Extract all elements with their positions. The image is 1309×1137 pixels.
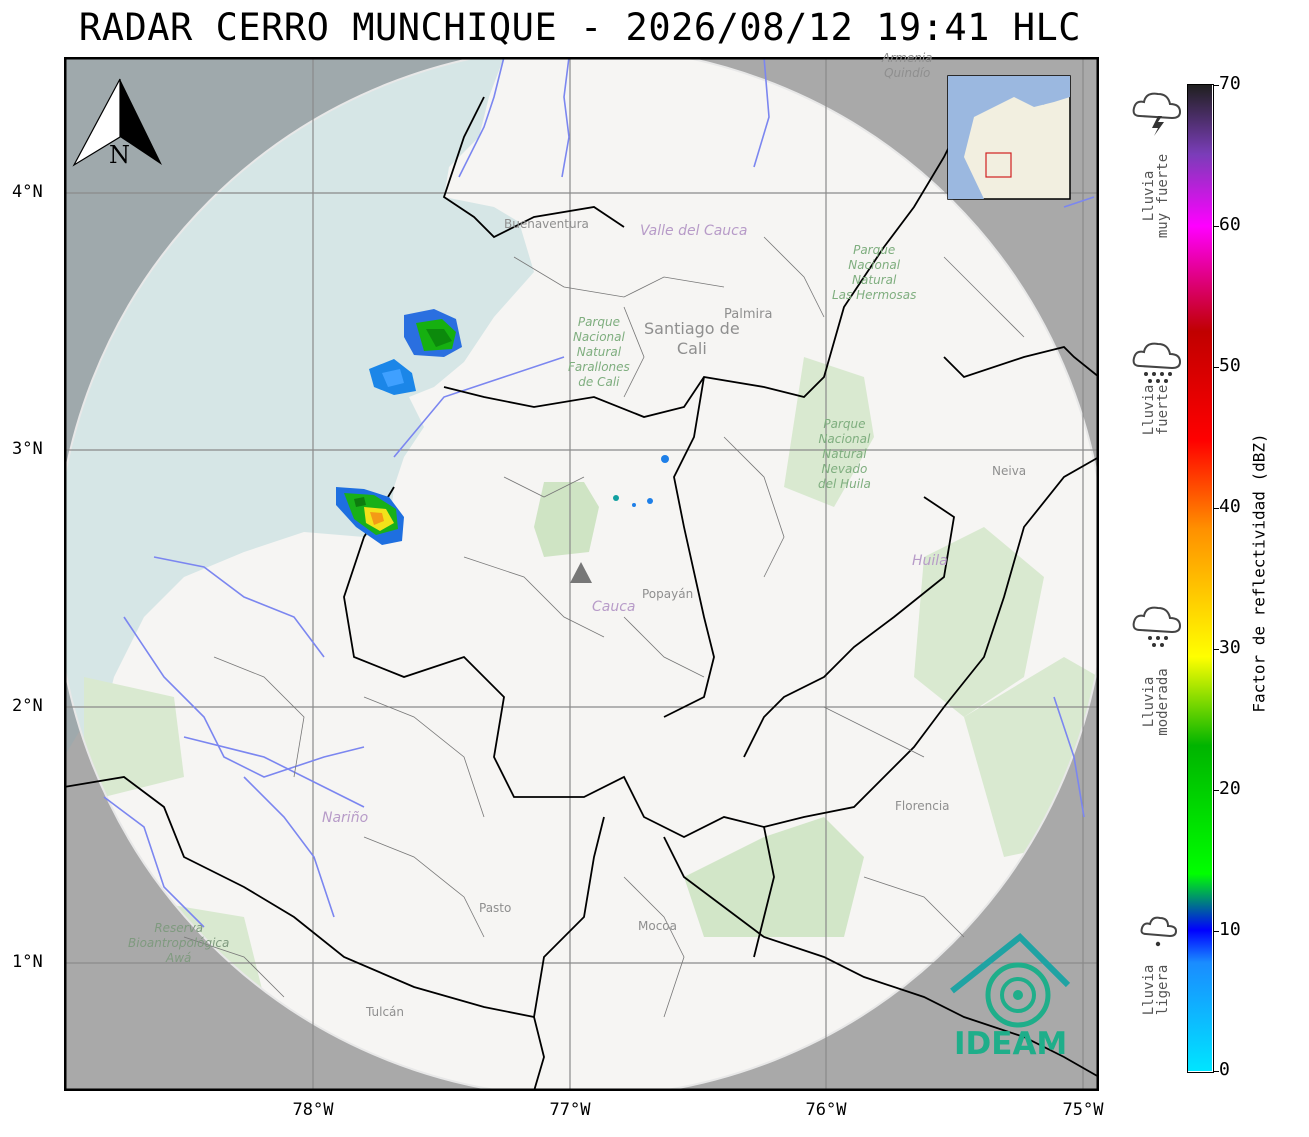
- map-label-hermosas: Parque Nacional Natural Las Hermosas: [832, 243, 917, 302]
- map-label-palmira: Palmira: [724, 307, 773, 322]
- moderate-rain-cloud-icon: [1132, 606, 1182, 647]
- thunderstorm-cloud-icon: [1132, 92, 1182, 136]
- map-label-huila: Huila: [912, 553, 948, 569]
- lat-tick-label: 3°N: [12, 439, 43, 459]
- heavy-rain-cloud-icon: [1132, 342, 1182, 383]
- map-label-tulcan: Tulcán: [366, 1005, 405, 1019]
- colorbar-tick-label: 10: [1219, 919, 1241, 940]
- map-label-narino: Nariño: [322, 810, 369, 826]
- map-label-neiva: Neiva: [992, 464, 1027, 478]
- map-label-valle: Valle del Cauca: [640, 223, 748, 239]
- lon-tick-label: 78°W: [292, 1100, 334, 1120]
- map-label-farallones: Parque Nacional Natural Farallones de Ca…: [568, 315, 630, 389]
- lat-tick-label: 1°N: [12, 952, 43, 972]
- map-label-quindio: Armenia Quindío: [882, 51, 933, 80]
- light-rain-cloud-icon: [1140, 916, 1178, 947]
- rain-category-label: Lluvia ligera: [1141, 964, 1171, 1016]
- map-label-florencia: Florencia: [895, 799, 950, 813]
- rain-category-label: Lluvia muy fuerte: [1141, 153, 1171, 239]
- park-zone: [534, 482, 599, 557]
- map-label-awa: Reserva Bioantropológica Awá: [128, 921, 230, 965]
- map-label-santiago: Santiago de Cali: [644, 319, 740, 358]
- inset-map: [947, 75, 1071, 200]
- colorbar-tick-label: 60: [1219, 214, 1241, 235]
- colorbar-tick-label: 50: [1219, 355, 1241, 376]
- colorbar-tick-label: 20: [1219, 778, 1241, 799]
- map-label-popayan: Popayán: [642, 587, 694, 601]
- reflectivity-colorbar: [1187, 84, 1214, 1073]
- lon-tick-label: 77°W: [549, 1100, 591, 1120]
- colorbar-tick-label: 0: [1219, 1059, 1230, 1080]
- map-label-mocoa: Mocoa: [638, 919, 677, 933]
- lat-tick-label: 4°N: [12, 182, 43, 202]
- map-label-nevado: Parque Nacional Natural Nevado del Huila: [818, 417, 871, 491]
- lon-tick-label: 76°W: [805, 1100, 847, 1120]
- colorbar-tick-label: 70: [1219, 73, 1241, 94]
- colorbar-label: Factor de reflectividad (dBZ): [1249, 433, 1269, 713]
- rain-category-label: Lluvia moderada: [1141, 668, 1171, 736]
- ideam-logo-text: IDEAM: [954, 1026, 1068, 1062]
- lon-tick-label: 75°W: [1062, 1100, 1104, 1120]
- map-title: RADAR CERRO MUNCHIQUE - 2026/08/12 19:41…: [78, 6, 1082, 49]
- map-label-buenaventura: Buenaventura: [504, 217, 589, 231]
- radar-map[interactable]: Santiago de Cali Palmira Valle del Cauca…: [64, 51, 1099, 1091]
- rain-category-label: Lluvia fuerte: [1141, 384, 1171, 436]
- colorbar-tick-label: 30: [1219, 637, 1241, 658]
- lat-tick-label: 2°N: [12, 696, 43, 716]
- colorbar-tick-label: 40: [1219, 496, 1241, 517]
- map-label-cauca: Cauca: [592, 599, 636, 615]
- north-arrow-label: N: [109, 141, 130, 169]
- map-label-pasto: Pasto: [479, 901, 512, 915]
